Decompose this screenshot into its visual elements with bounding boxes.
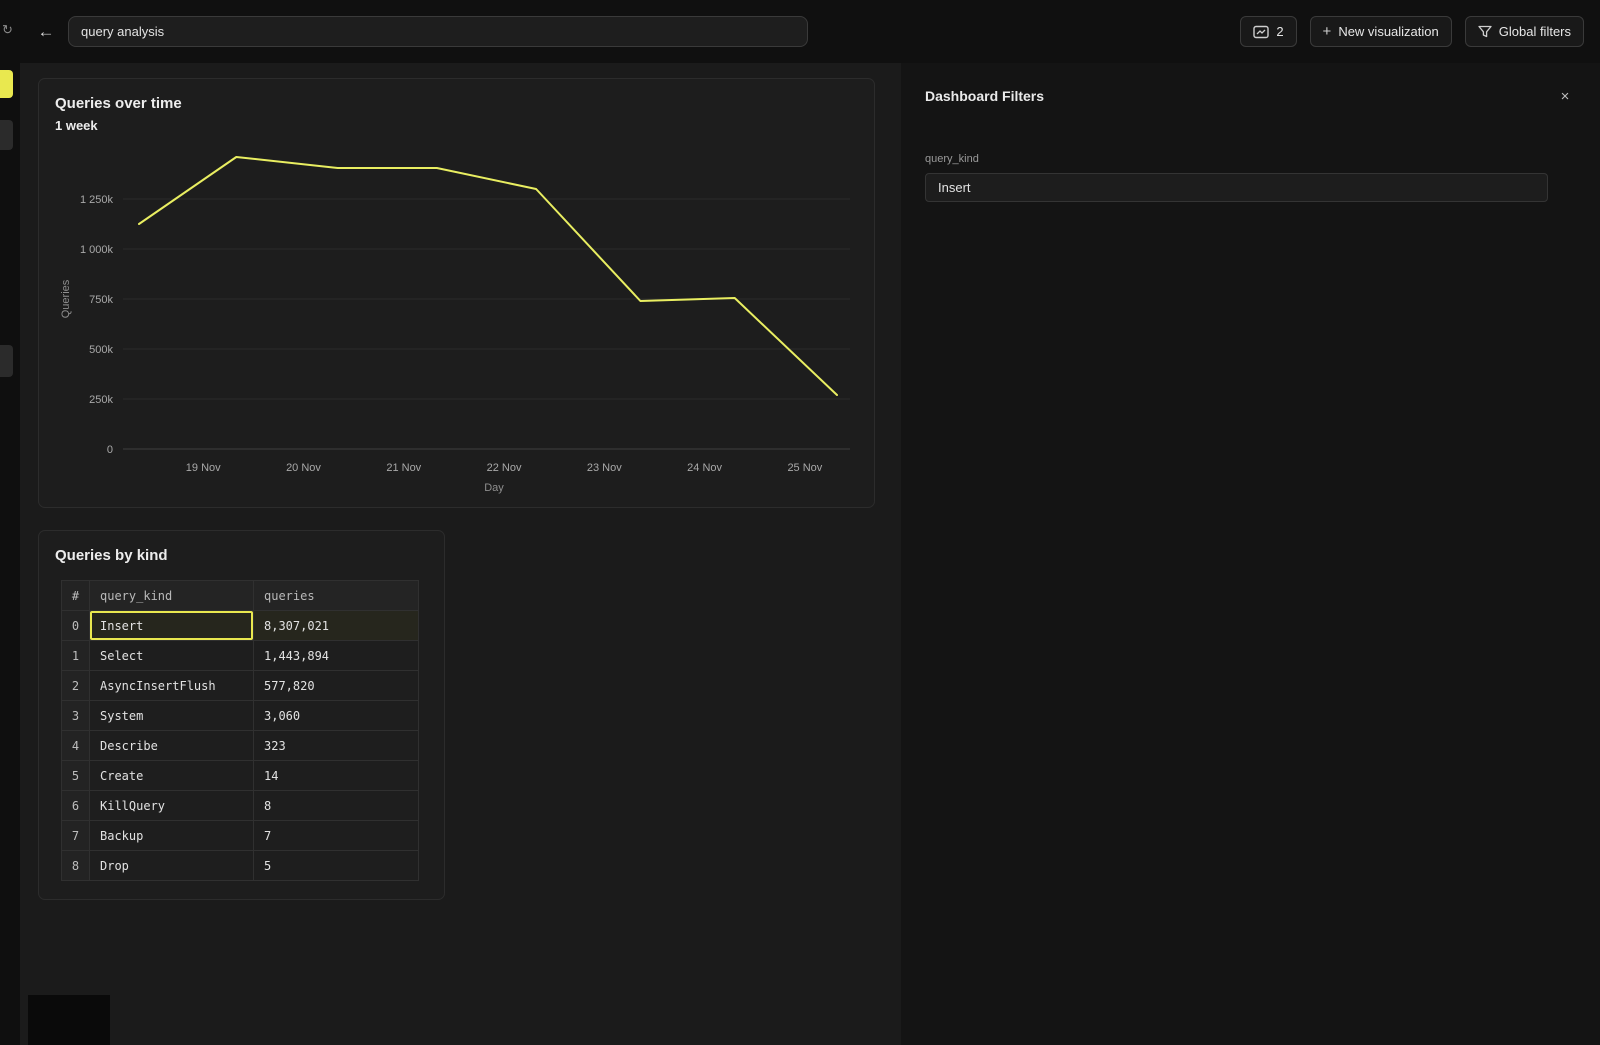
svg-text:23 Nov: 23 Nov	[587, 462, 622, 474]
row-index-cell: 7	[62, 821, 90, 851]
table-row: 0Insert8,307,021	[62, 611, 419, 641]
query-kind-cell[interactable]: KillQuery	[90, 791, 254, 821]
chart-subtitle: 1 week	[55, 118, 858, 133]
row-index-cell: 6	[62, 791, 90, 821]
global-filters-button[interactable]: Global filters	[1465, 16, 1584, 47]
svg-text:22 Nov: 22 Nov	[487, 462, 522, 474]
filters-panel-header: Dashboard Filters ×	[925, 85, 1576, 107]
visualization-count-icon	[1253, 25, 1269, 39]
app-root: ↻ ← 2 + New visualization	[0, 0, 1600, 1045]
table-row: 8Drop5	[62, 851, 419, 881]
table-row: 2AsyncInsertFlush577,820	[62, 671, 419, 701]
line-chart[interactable]: 0 250k 500k 750k 1 000k 1 250k 19 Nov 20 Nov 21 …	[55, 141, 858, 502]
query-kind-cell[interactable]: Create	[90, 761, 254, 791]
query-kind-cell[interactable]: Describe	[90, 731, 254, 761]
table-row: 7Backup7	[62, 821, 419, 851]
row-index-cell: 4	[62, 731, 90, 761]
row-index-cell: 8	[62, 851, 90, 881]
table-row: 3System3,060	[62, 701, 419, 731]
svg-text:750k: 750k	[89, 294, 113, 306]
global-filters-label: Global filters	[1499, 24, 1571, 39]
col-header-query-kind: query_kind	[90, 581, 254, 611]
row-index-cell: 2	[62, 671, 90, 701]
sidebar-item-1[interactable]	[0, 120, 13, 150]
filter-field-label: query_kind	[925, 153, 1576, 165]
queries-count-cell[interactable]: 5	[254, 851, 419, 881]
col-header-queries: queries	[254, 581, 419, 611]
query-kind-filter-input[interactable]	[925, 173, 1548, 202]
content-area: Queries over time 1 week 0 250k 500k 750k 1 …	[20, 63, 901, 1045]
queries-count-cell[interactable]: 8	[254, 791, 419, 821]
svg-text:20 Nov: 20 Nov	[286, 462, 321, 474]
query-kind-cell[interactable]: Drop	[90, 851, 254, 881]
plus-icon: +	[1323, 24, 1332, 39]
query-kind-cell[interactable]: System	[90, 701, 254, 731]
query-kind-cell[interactable]: Select	[90, 641, 254, 671]
new-visualization-label: New visualization	[1338, 24, 1438, 39]
dashboard-title-input[interactable]	[68, 16, 808, 47]
visualization-count-value: 2	[1276, 24, 1283, 39]
visualization-count-button[interactable]: 2	[1240, 16, 1296, 47]
chart-title: Queries over time	[55, 95, 858, 112]
sidebar-item-2[interactable]	[0, 345, 13, 377]
query-kind-cell[interactable]: AsyncInsertFlush	[90, 671, 254, 701]
svg-text:19 Nov: 19 Nov	[186, 462, 221, 474]
filter-funnel-icon	[1478, 25, 1492, 38]
queries-count-cell[interactable]: 323	[254, 731, 419, 761]
table-title: Queries by kind	[55, 547, 428, 564]
svg-text:1 000k: 1 000k	[80, 244, 114, 256]
queries-table-body: 0Insert8,307,0211Select1,443,8942AsyncIn…	[62, 611, 419, 881]
row-index-cell: 5	[62, 761, 90, 791]
svg-text:24 Nov: 24 Nov	[687, 462, 722, 474]
bottom-left-overlay	[28, 995, 110, 1045]
queries-count-cell[interactable]: 3,060	[254, 701, 419, 731]
queries-table-head: # query_kind queries	[62, 581, 419, 611]
topbar: ← 2 + New visualization	[20, 0, 1600, 63]
chart-card: Queries over time 1 week 0 250k 500k 750k 1 …	[38, 78, 875, 508]
query-kind-cell[interactable]: Insert	[90, 611, 254, 641]
filters-panel-title: Dashboard Filters	[925, 88, 1044, 104]
new-visualization-button[interactable]: + New visualization	[1310, 16, 1452, 47]
svg-text:25 Nov: 25 Nov	[787, 462, 822, 474]
svg-text:0: 0	[107, 444, 113, 456]
table-row: 4Describe323	[62, 731, 419, 761]
table-row: 1Select1,443,894	[62, 641, 419, 671]
svg-text:500k: 500k	[89, 344, 113, 356]
table-header-row: # query_kind queries	[62, 581, 419, 611]
queries-table: # query_kind queries 0Insert8,307,0211Se…	[61, 580, 419, 881]
svg-text:Day: Day	[484, 482, 504, 494]
row-index-cell: 3	[62, 701, 90, 731]
queries-count-cell[interactable]: 14	[254, 761, 419, 791]
close-icon[interactable]: ×	[1554, 85, 1576, 107]
svg-text:21 Nov: 21 Nov	[386, 462, 421, 474]
col-header-index: #	[62, 581, 90, 611]
table-card: Queries by kind # query_kind queries 0In…	[38, 530, 445, 900]
row-index-cell: 1	[62, 641, 90, 671]
svg-text:250k: 250k	[89, 394, 113, 406]
queries-count-cell[interactable]: 1,443,894	[254, 641, 419, 671]
queries-count-cell[interactable]: 7	[254, 821, 419, 851]
svg-text:1 250k: 1 250k	[80, 194, 114, 206]
table-row: 5Create14	[62, 761, 419, 791]
queries-count-cell[interactable]: 8,307,021	[254, 611, 419, 641]
svg-text:Queries: Queries	[60, 279, 72, 318]
table-row: 6KillQuery8	[62, 791, 419, 821]
dashboard-filters-panel: Dashboard Filters × query_kind	[901, 63, 1600, 1045]
left-rail: ↻	[0, 0, 20, 1045]
back-button[interactable]: ←	[32, 18, 60, 46]
row-index-cell: 0	[62, 611, 90, 641]
sidebar-item-active[interactable]	[0, 70, 13, 98]
query-kind-cell[interactable]: Backup	[90, 821, 254, 851]
main-column: ← 2 + New visualization	[20, 0, 1600, 1045]
refresh-icon[interactable]: ↻	[2, 22, 13, 38]
queries-count-cell[interactable]: 577,820	[254, 671, 419, 701]
body-row: Queries over time 1 week 0 250k 500k 750k 1 …	[20, 63, 1600, 1045]
